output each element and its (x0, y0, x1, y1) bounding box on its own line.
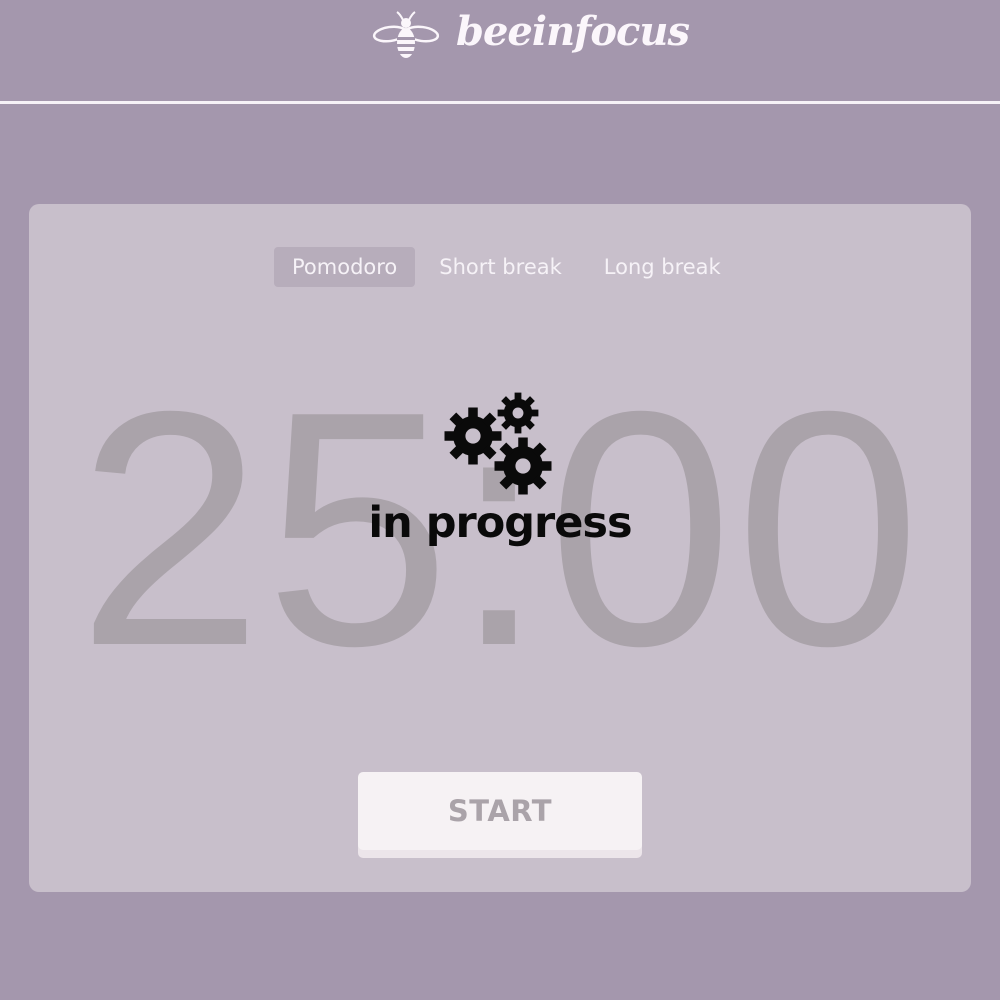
start-button[interactable]: START (358, 772, 642, 850)
logo[interactable]: beeinfocus (372, 4, 690, 68)
bee-icon (372, 11, 440, 58)
tab-long-break[interactable]: Long break (586, 247, 739, 287)
tab-short-break[interactable]: Short break (421, 247, 579, 287)
progress-overlay: in progress (29, 392, 971, 545)
tab-pomodoro[interactable]: Pomodoro (274, 247, 416, 287)
mode-tabs: Pomodoro Short break Long break (274, 247, 745, 287)
status-label: in progress (368, 498, 632, 548)
header: beeinfocus (0, 0, 1000, 101)
brand-name: beeinfocus (456, 8, 690, 55)
header-divider (0, 101, 1000, 104)
gears-icon (444, 392, 552, 495)
timer-card: Pomodoro Short break Long break 25:00 in… (29, 204, 971, 892)
